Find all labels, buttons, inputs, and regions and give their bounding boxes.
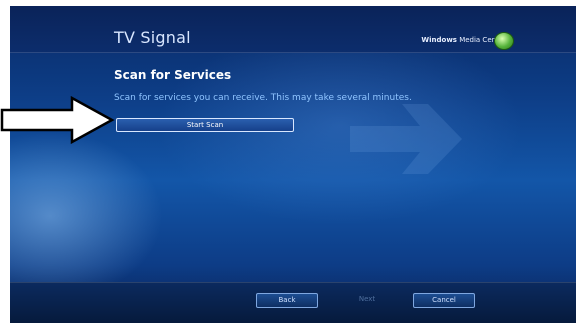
media-center-screen: TV Signal Windows Media Center Scan for … xyxy=(10,6,576,323)
windows-media-center-logo-icon[interactable] xyxy=(494,32,514,50)
bottom-bar: Back Next Cancel xyxy=(10,282,576,323)
brand-name-bold: Windows xyxy=(421,36,457,44)
background-arrow-icon xyxy=(350,104,462,174)
cancel-button[interactable]: Cancel xyxy=(413,293,475,308)
section-title: Scan for Services xyxy=(114,68,232,82)
callout-arrow-icon xyxy=(0,96,115,145)
top-bar: TV Signal Windows Media Center xyxy=(10,6,576,53)
start-scan-button[interactable]: Start Scan xyxy=(116,118,294,132)
section-description: Scan for services you can receive. This … xyxy=(114,93,412,103)
next-button: Next xyxy=(358,295,376,303)
page-title: TV Signal xyxy=(114,28,191,47)
back-button[interactable]: Back xyxy=(256,293,318,308)
